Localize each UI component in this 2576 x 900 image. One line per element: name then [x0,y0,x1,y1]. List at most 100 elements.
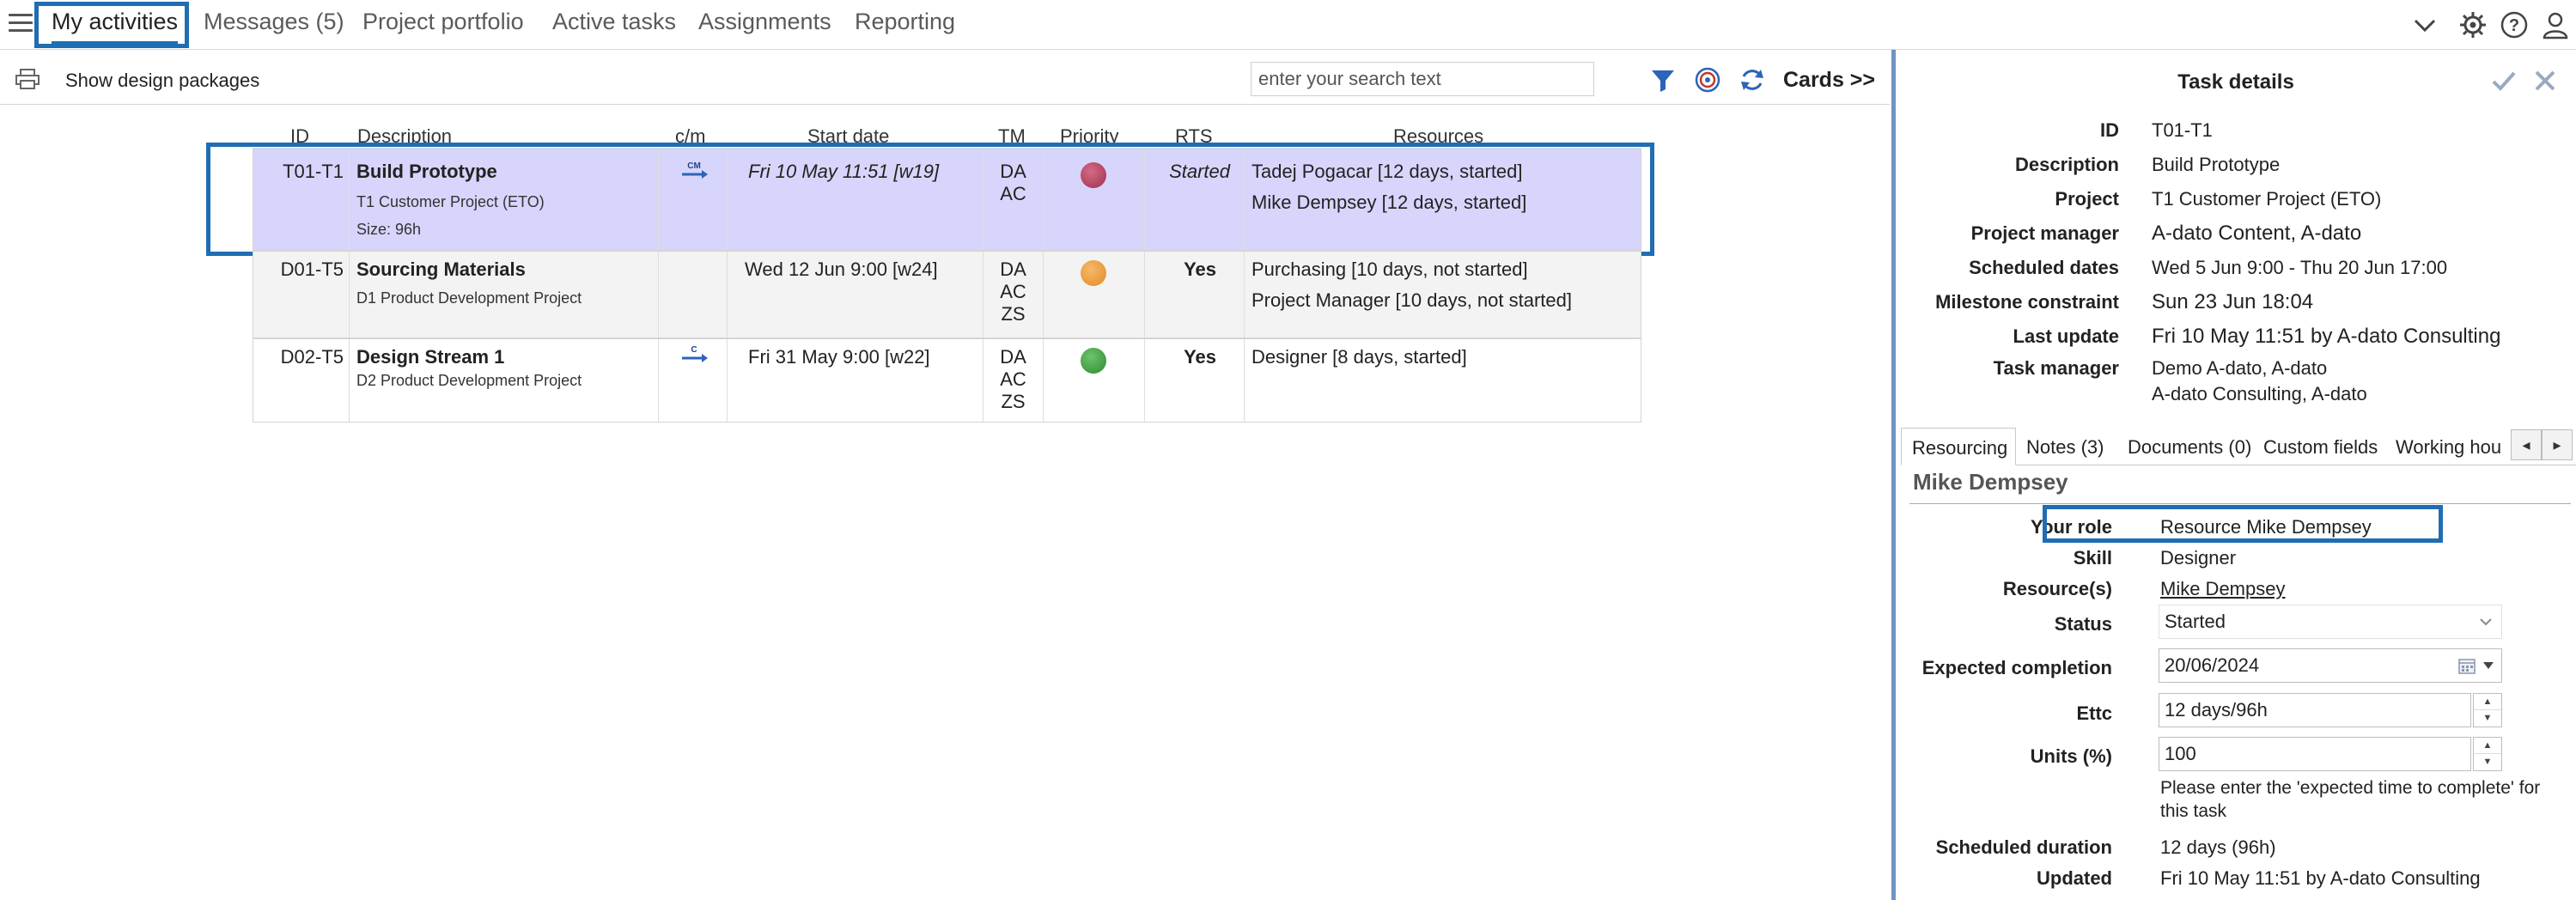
project-manager-label: Project manager [1970,222,2119,244]
stepper-up-icon[interactable]: ▲ [2474,738,2501,754]
calendar-icon[interactable] [2458,657,2476,674]
column-header-rts[interactable]: RTS [1175,125,1213,148]
chevron-down-icon [2480,618,2492,626]
ettc-label: Ettc [2076,702,2112,724]
column-header-cm[interactable]: c/m [675,125,705,148]
printer-icon[interactable] [15,69,40,89]
check-icon[interactable] [2490,67,2518,94]
resource-entry: Purchasing [10 days, not started] [1251,258,1528,280]
scheduled-duration-label: Scheduled duration [1935,836,2112,858]
expected-completion-field[interactable]: 20/06/2024 [2159,648,2502,683]
status-select[interactable]: Started [2159,605,2502,639]
tm-initials: ZS [1001,303,1026,325]
tab-scroll-right-icon[interactable]: ▸ [2542,429,2573,460]
task-title: Build Prototype [356,161,497,182]
stepper-down-icon[interactable]: ▼ [2474,754,2501,770]
resource-entry: Designer [8 days, started] [1251,346,1467,368]
tab-active-tasks[interactable]: Active tasks [552,9,676,35]
table-row[interactable]: D02-T5 Design Stream 1 D2 Product Develo… [253,338,1641,423]
column-header-resources[interactable]: Resources [1393,125,1483,148]
ettc-input[interactable] [2159,693,2471,727]
gear-icon[interactable] [2458,10,2488,40]
start-date: Fri 10 May 11:51 [w19] [748,161,940,182]
cell-rts: Yes [1145,252,1245,338]
id-value: T01-T1 [2152,119,2213,141]
top-navigation: My activities Messages (5) Project portf… [0,0,2576,50]
stepper-down-icon[interactable]: ▼ [2474,710,2501,727]
id-label: ID [2100,119,2119,141]
resources-label: Resource(s) [2002,578,2112,599]
table-row[interactable]: D01-T5 Sourcing Materials D1 Product Dev… [253,251,1641,338]
column-header-description[interactable]: Description [357,125,452,148]
cell-resources: Tadej Pogacar [12 days, started] Mike De… [1245,149,1642,250]
ettc-hint: Please enter the 'expected time to compl… [2160,778,2541,821]
units-input[interactable] [2159,737,2471,771]
tab-scroll-left-icon[interactable]: ◂ [2511,429,2542,460]
priority-dot [1081,260,1106,286]
table-row[interactable]: T01-T1 Build Prototype T1 Customer Proje… [253,148,1641,251]
tab-notes[interactable]: Notes (3) [2026,428,2104,465]
tab-project-portfolio[interactable]: Project portfolio [362,9,524,35]
project-value: T1 Customer Project (ETO) [2152,188,2382,210]
last-update-label: Last update [2013,325,2119,347]
tab-assignments[interactable]: Assignments [698,9,831,35]
task-title: Design Stream 1 [356,346,505,368]
description-value: Build Prototype [2152,154,2281,175]
close-icon[interactable] [2531,67,2559,94]
tab-documents[interactable]: Documents (0) [2128,428,2251,465]
tab-messages[interactable]: Messages (5) [204,9,344,35]
tab-resourcing[interactable]: Resourcing [1901,428,2016,465]
tab-working-hours[interactable]: Working hou [2396,428,2512,465]
task-project: D1 Product Development Project [356,289,582,307]
milestone-constraint-value: Sun 23 Jun 18:04 [2152,290,2314,313]
refresh-icon[interactable] [1739,66,1766,94]
cell-rts: Yes [1145,339,1245,422]
cell-rts: Started [1145,149,1245,250]
project-label: Project [2055,188,2119,210]
priority-dot [1081,348,1106,374]
resource-entry: Mike Dempsey [12 days, started] [1251,192,1527,213]
column-header-id[interactable]: ID [290,125,309,148]
cards-button[interactable]: Cards >> [1783,68,1875,93]
task-id: D01-T5 [280,258,344,280]
scheduled-dates-label: Scheduled dates [1969,257,2119,278]
your-role-label: Your role [2031,516,2112,538]
target-icon[interactable] [1694,66,1721,94]
stepper-up-icon[interactable]: ▲ [2474,694,2501,710]
rts-status: Started [1169,161,1230,182]
cell-tm: DA AC ZS [984,252,1044,338]
search-input[interactable] [1251,62,1594,96]
detail-tabs: Resourcing Notes (3) Documents (0) Custo… [1901,428,2576,465]
panel-title: Task details [2177,70,2294,94]
column-header-tm[interactable]: TM [998,125,1026,148]
user-icon[interactable] [2541,10,2570,40]
cm-arrow-icon: CM [682,161,708,179]
column-header-priority[interactable]: Priority [1060,125,1118,148]
updated-label: Updated [2037,867,2112,889]
tm-initials: AC [1000,281,1026,302]
resource-entry: Tadej Pogacar [12 days, started] [1251,161,1523,182]
dropdown-arrow-icon[interactable] [2482,661,2494,670]
cell-priority [1044,339,1145,422]
resource-name-heading: Mike Dempsey [1913,469,2068,495]
cell-id: T01-T1 [253,149,350,250]
help-icon[interactable]: ? [2500,10,2529,40]
active-tab-underline [52,41,179,44]
filter-icon[interactable] [1649,66,1677,94]
menu-icon[interactable] [9,14,33,34]
resource-link[interactable]: Mike Dempsey [2160,578,2285,600]
start-date: Fri 31 May 9:00 [w22] [748,346,930,368]
your-role-value: Resource Mike Dempsey [2160,516,2372,538]
show-design-packages-button[interactable]: Show design packages [65,70,259,92]
units-stepper[interactable]: ▲ ▼ [2473,737,2502,771]
skill-value: Designer [2160,547,2237,569]
svg-text:CM: CM [687,161,701,171]
ettc-stepper[interactable]: ▲ ▼ [2473,693,2502,727]
tm-initials: ZS [1001,391,1026,412]
tab-my-activities[interactable]: My activities [52,9,179,44]
cell-resources: Purchasing [10 days, not started] Projec… [1245,252,1642,338]
tab-custom-fields[interactable]: Custom fields [2263,428,2378,465]
tab-reporting[interactable]: Reporting [855,9,955,35]
chevron-down-icon[interactable] [2410,10,2439,40]
column-header-start-date[interactable]: Start date [807,125,889,148]
